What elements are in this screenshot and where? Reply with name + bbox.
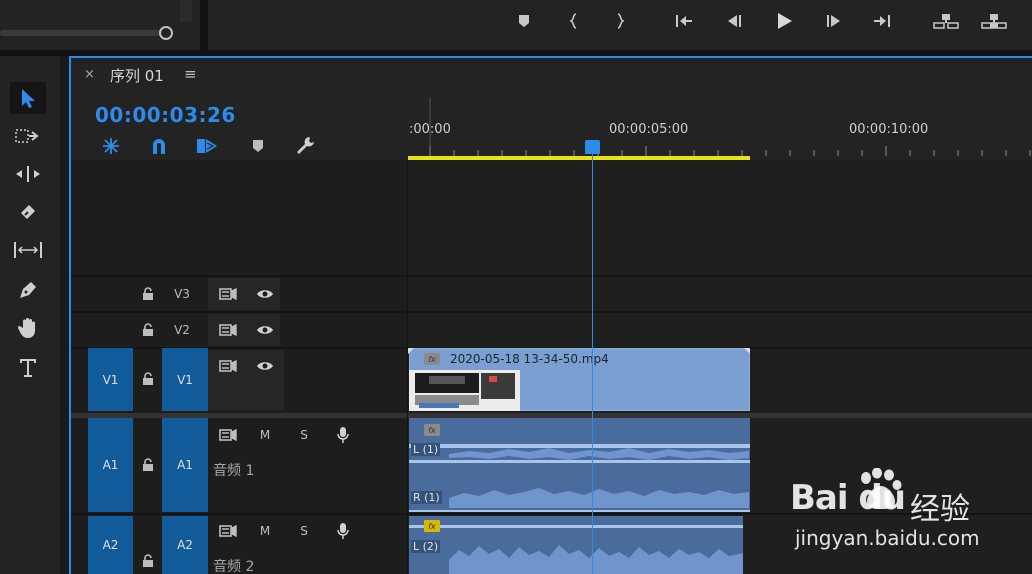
playhead-timecode[interactable]: 00:00:03:26 xyxy=(95,103,236,127)
sync-lock-icon[interactable] xyxy=(217,320,239,340)
marker-icon[interactable] xyxy=(512,10,536,32)
insert-icon[interactable] xyxy=(932,10,960,32)
ruler-label-0: :00:00 xyxy=(409,122,451,137)
eye-icon[interactable] xyxy=(254,284,276,304)
slip-tool-icon[interactable] xyxy=(10,234,46,266)
add-marker-icon[interactable] xyxy=(246,136,270,156)
track-v2-label[interactable]: V2 xyxy=(170,320,194,340)
mute-button[interactable]: M xyxy=(255,425,275,445)
overwrite-icon[interactable] xyxy=(980,10,1008,32)
ruler-label-5s: 00:00:05:00 xyxy=(609,122,689,137)
ruler-ticks xyxy=(429,98,1031,156)
panel-menu-icon[interactable]: ≡ xyxy=(184,65,197,83)
ripple-edit-tool-icon[interactable] xyxy=(10,158,46,190)
sync-lock-icon[interactable] xyxy=(217,284,239,304)
play-icon[interactable] xyxy=(772,10,796,32)
watermark-cn-text: 经验 xyxy=(910,492,970,527)
sync-lock-icon[interactable] xyxy=(217,356,239,376)
linked-selection-icon[interactable] xyxy=(195,136,219,156)
track-a1-name[interactable]: 音频 1 xyxy=(213,460,254,480)
step-back-icon[interactable] xyxy=(722,10,746,32)
fx-badge[interactable]: fx xyxy=(424,424,440,436)
header-divider xyxy=(407,160,408,574)
selection-tool-icon[interactable] xyxy=(10,82,46,114)
snap-icon[interactable] xyxy=(147,136,171,156)
go-to-in-icon[interactable] xyxy=(672,10,696,32)
track-divider xyxy=(71,311,1032,313)
clip-start-marker xyxy=(408,348,414,354)
pen-tool-icon[interactable] xyxy=(10,274,46,306)
lock-icon[interactable] xyxy=(138,455,158,475)
step-forward-icon[interactable] xyxy=(822,10,846,32)
type-tool-icon[interactable] xyxy=(10,352,46,384)
left-channel-label: L (1) xyxy=(411,443,441,456)
empty-track-area[interactable] xyxy=(408,160,1032,276)
lock-icon[interactable] xyxy=(138,320,158,340)
track-a2-name[interactable]: 音频 2 xyxy=(213,556,254,574)
sequence-tab-title[interactable]: 序列 01 xyxy=(110,65,164,86)
left-channel-label: L (2) xyxy=(411,540,441,553)
eye-icon[interactable] xyxy=(254,320,276,340)
track-target-a1[interactable]: A1 xyxy=(162,418,208,512)
playhead-handle[interactable] xyxy=(585,140,600,154)
lock-icon[interactable] xyxy=(138,551,158,571)
watermark-logo-text: Bai du xyxy=(790,478,906,518)
ruler-label-10s: 00:00:10:00 xyxy=(849,122,929,137)
time-ruler[interactable] xyxy=(408,92,1032,160)
track-v3-label[interactable]: V3 xyxy=(170,284,194,304)
razor-tool-icon[interactable] xyxy=(10,196,46,228)
lock-icon[interactable] xyxy=(138,369,158,389)
clip-thumbnail xyxy=(409,370,520,411)
go-to-out-icon[interactable] xyxy=(870,10,894,32)
solo-button[interactable]: S xyxy=(294,521,314,541)
audio-clip-a1[interactable] xyxy=(409,418,750,512)
mark-out-icon[interactable] xyxy=(608,10,632,32)
wrench-icon[interactable] xyxy=(293,136,317,156)
scrollbar[interactable] xyxy=(180,0,192,22)
zoom-slider-handle[interactable] xyxy=(159,26,173,40)
sync-lock-icon[interactable] xyxy=(217,521,239,541)
video-clip-name: 2020-05-18 13-34-50.mp4 xyxy=(450,352,609,366)
source-patch-v1[interactable]: V1 xyxy=(88,348,133,411)
microphone-icon[interactable] xyxy=(333,520,353,542)
track-target-v1[interactable]: V1 xyxy=(162,348,208,411)
mark-in-icon[interactable] xyxy=(562,10,586,32)
right-channel-label: R (1) xyxy=(411,491,442,504)
sync-lock-icon[interactable] xyxy=(217,425,239,445)
playhead-line[interactable] xyxy=(592,150,593,574)
track-select-tool-icon[interactable] xyxy=(10,120,46,152)
clip-end-marker xyxy=(744,348,750,354)
audio-waveform xyxy=(409,525,743,574)
close-icon[interactable]: × xyxy=(84,67,95,82)
zoom-slider-track[interactable] xyxy=(0,30,172,36)
tools-panel xyxy=(0,56,60,574)
audio-waveform xyxy=(409,444,750,512)
nest-icon[interactable] xyxy=(99,136,123,156)
audio-clip-a2[interactable] xyxy=(409,516,743,574)
fx-badge[interactable]: fx xyxy=(424,353,440,365)
track-divider xyxy=(71,275,1032,277)
source-panel xyxy=(0,0,200,50)
hand-tool-icon[interactable] xyxy=(10,312,46,344)
source-patch-a1[interactable]: A1 xyxy=(88,418,133,512)
watermark-url: jingyan.baidu.com xyxy=(795,526,980,550)
mute-button[interactable]: M xyxy=(255,521,275,541)
microphone-icon[interactable] xyxy=(333,424,353,446)
fx-badge[interactable]: fx xyxy=(424,520,440,532)
solo-button[interactable]: S xyxy=(294,425,314,445)
lock-icon[interactable] xyxy=(138,284,158,304)
eye-icon[interactable] xyxy=(254,356,276,376)
track-target-a2[interactable]: A2 xyxy=(162,516,208,574)
track-v2-lane[interactable] xyxy=(408,312,1032,348)
track-v3-lane[interactable] xyxy=(408,276,1032,312)
program-monitor-transport xyxy=(208,0,1032,50)
panel-divider[interactable] xyxy=(200,0,208,50)
source-patch-a2[interactable]: A2 xyxy=(88,516,133,574)
